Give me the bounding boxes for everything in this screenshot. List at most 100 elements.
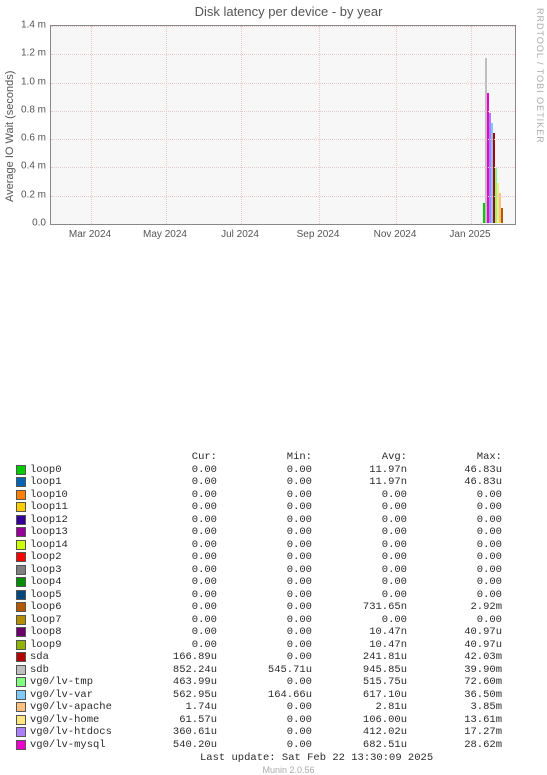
- max-value: 0.00: [407, 526, 502, 539]
- legend-swatch: [16, 627, 26, 637]
- legend-swatch: [16, 477, 26, 487]
- min-value: 0.00: [217, 651, 312, 664]
- ytick-label: 0.2 m: [21, 189, 46, 200]
- max-value: 13.61m: [407, 714, 502, 727]
- max-value: 0.00: [407, 589, 502, 602]
- avg-value: 10.47n: [312, 639, 407, 652]
- avg-value: 0.00: [312, 576, 407, 589]
- avg-value: 2.81u: [312, 701, 407, 714]
- device-name: sdb: [30, 664, 122, 677]
- legend-swatch: [16, 702, 26, 712]
- header-max: Max:: [407, 451, 502, 464]
- min-value: 0.00: [217, 526, 312, 539]
- device-name: vg0/lv-mysql: [30, 739, 122, 752]
- legend-swatch: [16, 640, 26, 650]
- max-value: 0.00: [407, 564, 502, 577]
- device-name: vg0/lv-htdocs: [30, 726, 122, 739]
- avg-value: 731.65n: [312, 601, 407, 614]
- cur-value: 562.95u: [122, 689, 217, 702]
- legend-row: loop140.000.000.000.00: [16, 539, 547, 552]
- max-value: 0.00: [407, 501, 502, 514]
- legend-swatch: [16, 665, 26, 675]
- device-name: vg0/lv-tmp: [30, 676, 122, 689]
- legend-swatch: [16, 615, 26, 625]
- cur-value: 0.00: [122, 589, 217, 602]
- avg-value: 682.51u: [312, 739, 407, 752]
- xtick-label: Jan 2025: [449, 229, 490, 240]
- gridline-v: [471, 26, 472, 224]
- device-name: loop4: [30, 576, 122, 589]
- cur-value: 463.99u: [122, 676, 217, 689]
- cur-value: 0.00: [122, 501, 217, 514]
- legend-row: loop100.000.000.000.00: [16, 489, 547, 502]
- gridline-v: [166, 26, 167, 224]
- device-name: vg0/lv-home: [30, 714, 122, 727]
- ytick-label: 0.6 m: [21, 133, 46, 144]
- device-name: sda: [30, 651, 122, 664]
- device-name: loop5: [30, 589, 122, 602]
- max-value: 42.03m: [407, 651, 502, 664]
- xtick-label: Mar 2024: [69, 229, 111, 240]
- min-value: 545.71u: [217, 664, 312, 677]
- legend-row: loop130.000.000.000.00: [16, 526, 547, 539]
- cur-value: 0.00: [122, 526, 217, 539]
- device-name: loop12: [30, 514, 122, 527]
- device-name: loop6: [30, 601, 122, 614]
- min-value: 0.00: [217, 726, 312, 739]
- max-value: 40.97u: [407, 639, 502, 652]
- device-name: loop1: [30, 476, 122, 489]
- legend-row: loop10.000.0011.97n46.83u: [16, 476, 547, 489]
- avg-value: 0.00: [312, 564, 407, 577]
- max-value: 17.27m: [407, 726, 502, 739]
- device-name: loop0: [30, 464, 122, 477]
- ytick-label: 0.4 m: [21, 161, 46, 172]
- cur-value: 0.00: [122, 576, 217, 589]
- legend-row: loop110.000.000.000.00: [16, 501, 547, 514]
- max-value: 72.60m: [407, 676, 502, 689]
- header-cur: Cur:: [122, 451, 217, 464]
- legend-swatch: [16, 490, 26, 500]
- gridline-h: [51, 26, 515, 27]
- ytick-label: 1.0 m: [21, 76, 46, 87]
- min-value: 0.00: [217, 501, 312, 514]
- legend-row: sda166.89u0.00241.81u42.03m: [16, 651, 547, 664]
- avg-value: 10.47n: [312, 626, 407, 639]
- max-value: 40.97u: [407, 626, 502, 639]
- min-value: 0.00: [217, 564, 312, 577]
- avg-value: 945.85u: [312, 664, 407, 677]
- max-value: 0.00: [407, 514, 502, 527]
- max-value: 46.83u: [407, 464, 502, 477]
- min-value: 0.00: [217, 539, 312, 552]
- data-spikes: [483, 32, 509, 223]
- ytick-label: 1.4 m: [21, 20, 46, 31]
- legend-row: loop120.000.000.000.00: [16, 514, 547, 527]
- cur-value: 852.24u: [122, 664, 217, 677]
- min-value: 0.00: [217, 576, 312, 589]
- gridline-h: [51, 111, 515, 112]
- gridline-v: [319, 26, 320, 224]
- min-value: 0.00: [217, 714, 312, 727]
- cur-value: 0.00: [122, 639, 217, 652]
- chart-area: 0.00.2 m0.4 m0.6 m0.8 m1.0 m1.2 m1.4 mMa…: [50, 25, 516, 225]
- cur-value: 0.00: [122, 601, 217, 614]
- avg-value: 0.00: [312, 551, 407, 564]
- max-value: 0.00: [407, 539, 502, 552]
- legend-row: vg0/lv-var562.95u164.66u617.10u36.50m: [16, 689, 547, 702]
- legend-swatch: [16, 552, 26, 562]
- min-value: 0.00: [217, 701, 312, 714]
- max-value: 0.00: [407, 489, 502, 502]
- min-value: 164.66u: [217, 689, 312, 702]
- legend-row: loop70.000.000.000.00: [16, 614, 547, 627]
- max-value: 0.00: [407, 614, 502, 627]
- legend-row: loop20.000.000.000.00: [16, 551, 547, 564]
- legend-row: loop90.000.0010.47n40.97u: [16, 639, 547, 652]
- cur-value: 0.00: [122, 614, 217, 627]
- gridline-v: [91, 26, 92, 224]
- gridline-h: [51, 196, 515, 197]
- cur-value: 0.00: [122, 476, 217, 489]
- min-value: 0.00: [217, 589, 312, 602]
- device-name: loop11: [30, 501, 122, 514]
- cur-value: 1.74u: [122, 701, 217, 714]
- gridline-h: [51, 83, 515, 84]
- device-name: loop13: [30, 526, 122, 539]
